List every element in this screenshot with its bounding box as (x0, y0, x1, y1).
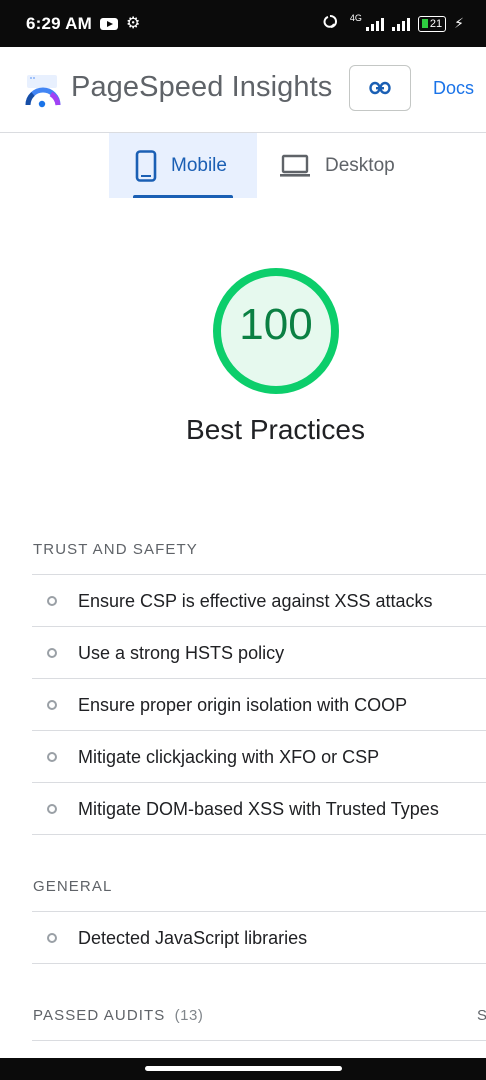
section-heading-trust: TRUST AND SAFETY (33, 541, 198, 558)
phone-icon (135, 149, 157, 182)
divider (32, 963, 486, 964)
info-circle-icon (47, 648, 57, 658)
youtube-icon (99, 17, 118, 30)
show-toggle-text[interactable]: S (477, 1007, 486, 1024)
network-type: 4G (349, 12, 362, 23)
audit-item[interactable]: Ensure proper origin isolation with COOP (32, 679, 486, 731)
section-heading-passed: PASSED AUDITS (33, 1007, 166, 1024)
home-gesture-handle[interactable] (145, 1066, 342, 1071)
score-value: 100 (239, 300, 313, 349)
device-tabs: Mobile Desktop (109, 133, 427, 198)
system-nav-bar (0, 1058, 486, 1080)
tab-mobile-label: Mobile (171, 154, 227, 176)
info-circle-icon (47, 700, 57, 710)
passed-audits-toggle[interactable]: PASSED AUDITS (13) (33, 1007, 203, 1024)
audit-item[interactable]: Use a strong HSTS policy (32, 627, 486, 679)
tab-selected-indicator (133, 195, 233, 198)
info-circle-icon (47, 804, 57, 814)
audit-item[interactable]: Ensure CSP is effective against XSS atta… (32, 575, 486, 627)
app-header: PageSpeed Insights Docs (0, 47, 486, 133)
passed-audits-count: (13) (174, 1007, 204, 1024)
audit-title: Mitigate clickjacking with XFO or CSP (78, 746, 380, 767)
audit-title: Ensure proper origin isolation with COOP (78, 694, 408, 715)
battery-icon: 21 (417, 15, 447, 32)
audit-item[interactable]: Mitigate DOM-based XSS with Trusted Type… (32, 783, 486, 835)
status-bar: 6:29 AM ⚙ 4G 21 ⚡ (0, 0, 486, 47)
link-icon (369, 81, 391, 95)
laptop-icon (280, 154, 310, 177)
docs-link[interactable]: Docs (433, 78, 474, 99)
info-circle-icon (47, 752, 57, 762)
app-title: PageSpeed Insights (71, 71, 333, 103)
section-heading-general: GENERAL (33, 878, 113, 895)
hotspot-icon (322, 14, 342, 33)
battery-level: 21 (429, 17, 443, 30)
charging-icon: ⚡ (454, 15, 464, 31)
category-title: Best Practices (186, 414, 365, 445)
audit-title: Mitigate DOM-based XSS with Trusted Type… (78, 798, 439, 819)
info-circle-icon (47, 933, 57, 943)
divider (32, 834, 486, 835)
pagespeed-logo-icon (25, 75, 61, 108)
signal-icon-2 (391, 17, 410, 31)
audit-item[interactable]: Mitigate clickjacking with XFO or CSP (32, 731, 486, 783)
divider (32, 1040, 486, 1041)
signal-icon (365, 17, 384, 31)
status-time: 6:29 AM (26, 13, 92, 33)
audit-item[interactable]: Detected JavaScript libraries (32, 912, 486, 964)
audit-title: Ensure CSP is effective against XSS atta… (78, 590, 433, 611)
gear-icon: ⚙ (125, 14, 141, 32)
info-circle-icon (47, 596, 57, 606)
tab-desktop[interactable]: Desktop (257, 133, 427, 198)
audit-title: Detected JavaScript libraries (78, 927, 308, 948)
tab-mobile[interactable]: Mobile (109, 133, 257, 198)
audit-title: Use a strong HSTS policy (78, 642, 285, 663)
copy-link-button[interactable] (349, 65, 411, 111)
tab-desktop-label: Desktop (325, 154, 395, 176)
